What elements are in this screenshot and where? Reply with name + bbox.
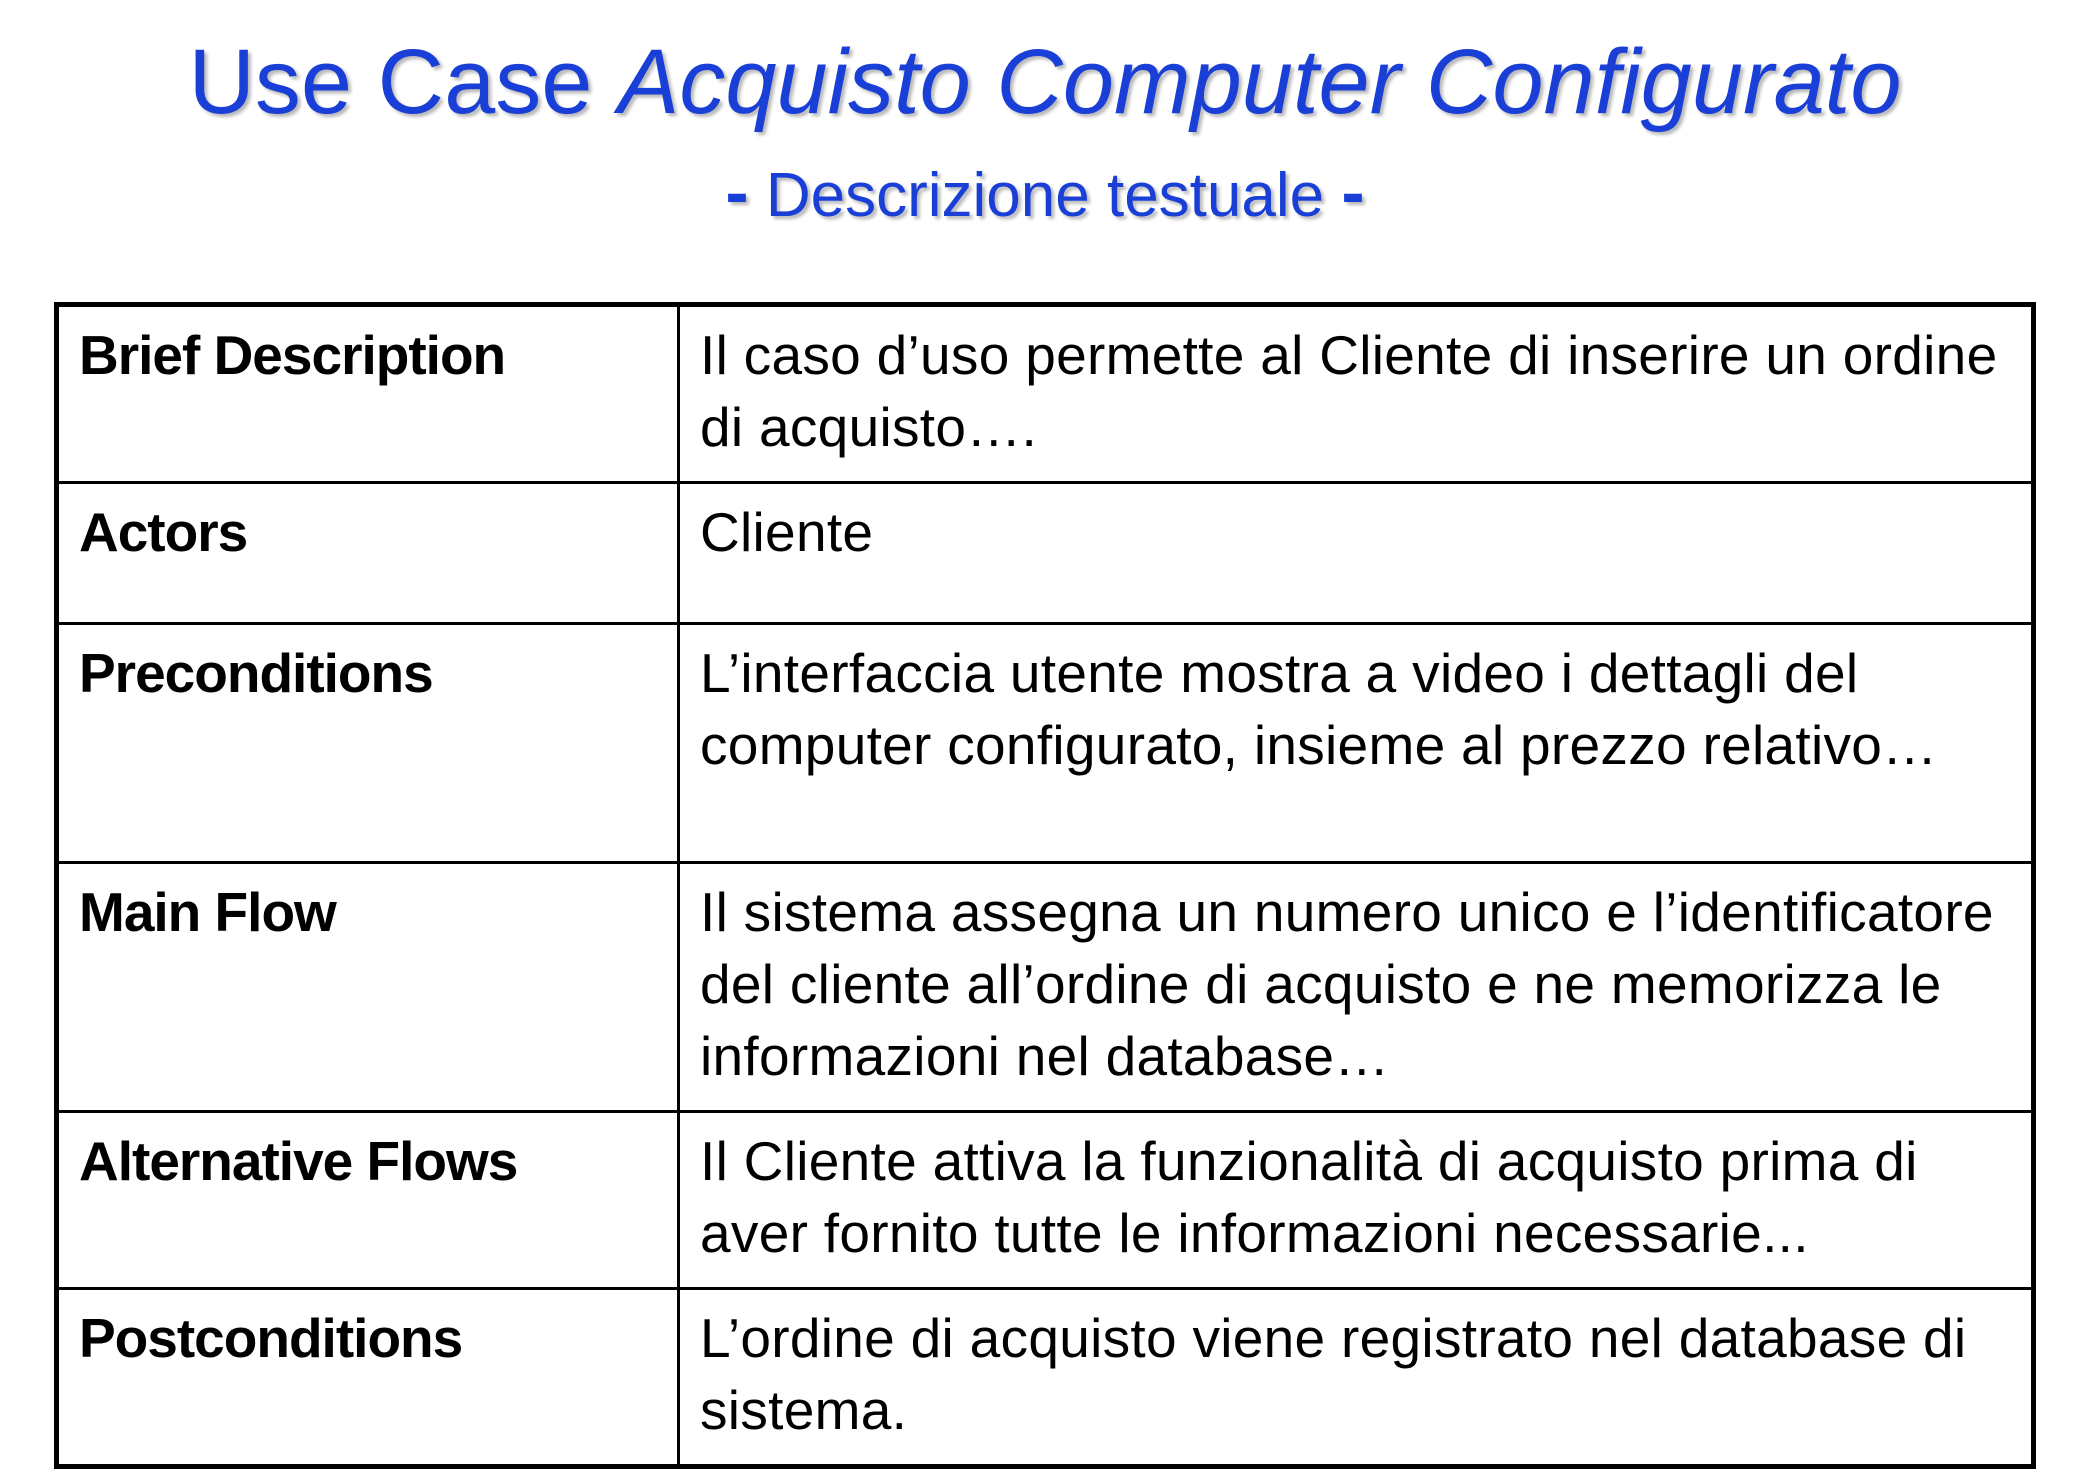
title-block: Use Case Acquisto Computer Configurato -… xyxy=(0,22,2090,236)
table-row-brief-description: Brief Description Il caso d’uso permette… xyxy=(55,303,2035,484)
row-value: L’interfaccia utente mostra a video i de… xyxy=(677,622,2035,864)
row-label: Main Flow xyxy=(55,861,680,1113)
title-prefix: Use Case xyxy=(188,31,618,133)
subtitle-dash-right: - xyxy=(1341,153,1365,231)
slide: Use Case Acquisto Computer Configurato -… xyxy=(0,0,2090,1482)
row-value: L’ordine di acquisto viene registrato ne… xyxy=(677,1287,2035,1468)
row-value: Cliente xyxy=(677,481,2035,625)
row-label: Actors xyxy=(55,481,680,625)
subtitle-dash-left: - xyxy=(725,153,749,231)
use-case-table: Brief Description Il caso d’uso permette… xyxy=(54,302,2036,1469)
row-value: Il Cliente attiva la funzionalità di acq… xyxy=(677,1110,2035,1290)
page-title: Use Case Acquisto Computer Configurato xyxy=(0,22,2090,142)
row-label: Postconditions xyxy=(55,1287,680,1468)
row-value: Il sistema assegna un numero unico e l’i… xyxy=(677,861,2035,1113)
table-row-main-flow: Main Flow Il sistema assegna un numero u… xyxy=(55,861,2035,1113)
subtitle-text: Descrizione testuale xyxy=(748,161,1342,230)
page-subtitle: - Descrizione testuale - xyxy=(0,152,2090,236)
table-row-actors: Actors Cliente xyxy=(55,481,2035,625)
table-row-alternative-flows: Alternative Flows Il Cliente attiva la f… xyxy=(55,1110,2035,1290)
title-use-case-name: Acquisto Computer Configurato xyxy=(617,31,1902,133)
row-value: Il caso d’uso permette al Cliente di ins… xyxy=(677,303,2035,484)
table-row-preconditions: Preconditions L’interfaccia utente mostr… xyxy=(55,622,2035,864)
row-label: Brief Description xyxy=(55,303,680,484)
table-row-postconditions: Postconditions L’ordine di acquisto vien… xyxy=(55,1287,2035,1468)
row-label: Alternative Flows xyxy=(55,1110,680,1290)
row-label: Preconditions xyxy=(55,622,680,864)
